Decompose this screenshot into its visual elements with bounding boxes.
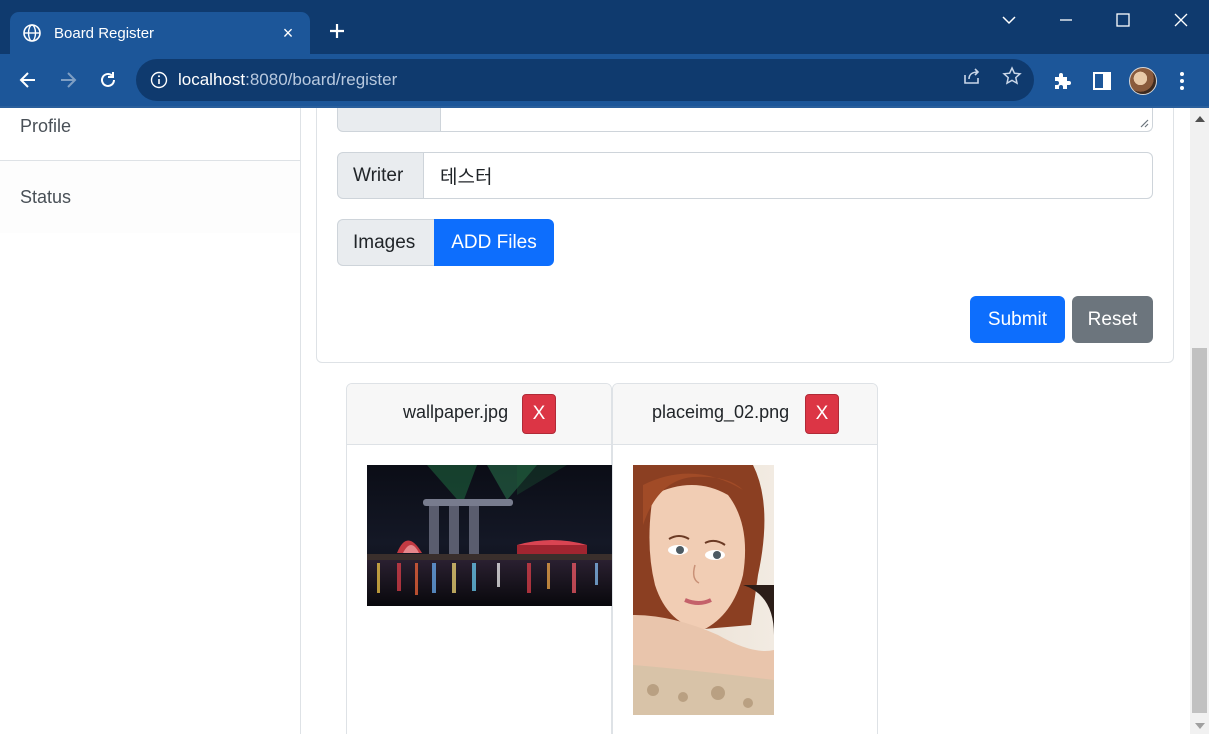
- maximize-icon[interactable]: [1108, 8, 1138, 32]
- page-viewport: Profile Status Writer 테스터 Images ADD Fil…: [0, 108, 1190, 734]
- back-icon[interactable]: [14, 66, 42, 94]
- sidebar-item-status[interactable]: Status: [0, 161, 300, 233]
- content-row: [337, 108, 1153, 132]
- placeimg-thumbnail: [633, 465, 774, 715]
- browser-tab[interactable]: Board Register ×: [10, 12, 310, 54]
- bookmark-star-icon[interactable]: [1001, 65, 1023, 87]
- globe-icon: [22, 23, 42, 43]
- scroll-down-arrow-icon[interactable]: [1190, 717, 1209, 734]
- forward-icon[interactable]: [54, 66, 82, 94]
- add-files-button[interactable]: ADD Files: [434, 219, 554, 266]
- tab-close-icon[interactable]: ×: [278, 24, 298, 42]
- minimize-icon[interactable]: [1051, 8, 1081, 32]
- file-name: wallpaper.jpg: [403, 402, 509, 422]
- content-textarea[interactable]: [440, 108, 1153, 132]
- share-icon[interactable]: [961, 65, 983, 87]
- browser-toolbar: localhost:8080/board/register: [0, 54, 1209, 106]
- extensions-puzzle-icon[interactable]: [1050, 69, 1074, 93]
- sidebar-item-profile[interactable]: Profile: [0, 108, 300, 161]
- images-label: Images: [337, 219, 434, 266]
- tab-title: Board Register: [54, 24, 155, 42]
- address-bar[interactable]: localhost:8080/board/register: [136, 59, 1034, 101]
- remove-file-button[interactable]: X: [805, 394, 839, 434]
- writer-label: Writer: [337, 152, 424, 199]
- submit-button[interactable]: Submit: [970, 296, 1065, 343]
- scroll-thumb[interactable]: [1192, 348, 1207, 713]
- site-info-icon[interactable]: [150, 71, 168, 89]
- close-window-icon[interactable]: [1166, 8, 1196, 32]
- remove-file-button[interactable]: X: [522, 394, 556, 434]
- file-card-header: wallpaper.jpg X: [347, 384, 611, 445]
- url-path: :8080/board/register: [245, 70, 398, 89]
- sidebar: Profile Status: [0, 108, 301, 734]
- register-form-card: Writer 테스터 Images ADD Files Submit Reset: [316, 108, 1174, 363]
- writer-group: Writer 테스터: [337, 152, 1153, 199]
- writer-input[interactable]: 테스터: [424, 152, 1153, 199]
- side-panel-icon[interactable]: [1090, 69, 1114, 93]
- images-group: Images ADD Files: [337, 219, 554, 266]
- resize-grip-icon[interactable]: [1139, 118, 1149, 128]
- file-name: placeimg_02.png: [652, 402, 790, 422]
- url-text: localhost:8080/board/register: [178, 70, 397, 90]
- url-host: localhost: [178, 70, 246, 89]
- reset-button[interactable]: Reset: [1072, 296, 1153, 343]
- page-scrollbar[interactable]: [1190, 108, 1209, 734]
- profile-avatar[interactable]: [1129, 67, 1157, 95]
- reload-icon[interactable]: [94, 66, 122, 94]
- file-card-header: placeimg_02.png X: [613, 384, 877, 445]
- content-label: [337, 108, 441, 132]
- scroll-up-arrow-icon[interactable]: [1190, 110, 1209, 127]
- new-tab-icon[interactable]: [326, 20, 348, 42]
- tab-search-icon[interactable]: [994, 8, 1024, 32]
- menu-kebab-icon[interactable]: [1170, 69, 1194, 93]
- wallpaper-thumbnail: [367, 465, 612, 606]
- browser-titlebar: Board Register ×: [0, 0, 1209, 56]
